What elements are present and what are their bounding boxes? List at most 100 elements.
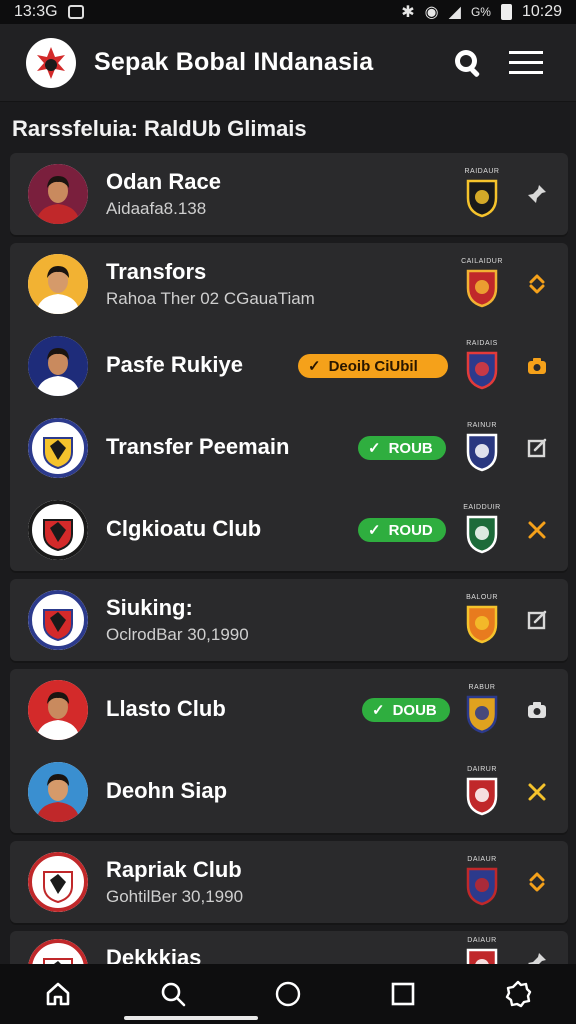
camera-icon — [528, 358, 546, 374]
crest-caption: EAIDDUIR — [463, 504, 501, 511]
signal-text: G% — [470, 5, 491, 19]
list-item[interactable]: Deohn Siap DAIRUR — [10, 751, 568, 833]
list-card: Rapriak Club GohtilBer 30,1990 DAIAUR — [10, 841, 568, 923]
status-badge[interactable]: ✓ DOUB — [362, 698, 450, 722]
list-item[interactable]: Siuking: OclrodBar 30,1990 BALOUR — [10, 579, 568, 661]
crest-caption: DAIRUR — [467, 766, 497, 773]
shield-icon — [466, 433, 498, 472]
club-crest: RAIDAIS — [462, 340, 502, 392]
row-action-button[interactable] — [522, 269, 552, 299]
nav-settings[interactable] — [490, 972, 546, 1016]
crest-caption: DAIAUR — [467, 856, 497, 863]
list-item[interactable]: Odan Race Aidaafa8.138 RAIDAUR — [10, 153, 568, 235]
section-title: Rarssfeluia: RaldUb Glimais — [12, 116, 307, 141]
item-texts: Transfors Rahoa Ther 02 CGauaTiam — [106, 259, 438, 309]
club-logo — [28, 500, 88, 560]
item-texts: Odan Race Aidaafa8.138 — [106, 169, 438, 219]
club-logo — [28, 418, 88, 478]
item-subtitle: OclrodBar 30,1990 — [106, 625, 249, 644]
app-logo — [26, 37, 76, 88]
nav-search[interactable] — [145, 972, 201, 1016]
player-avatar — [28, 254, 88, 314]
item-name: Deohn Siap — [106, 778, 228, 803]
club-crest: DAIAUR — [462, 856, 502, 908]
badge-label: DOUB — [392, 701, 437, 719]
status-time-left: 13:3G — [14, 3, 58, 20]
row-action-button[interactable] — [522, 695, 552, 725]
check-icon: ✓ — [308, 358, 321, 375]
search-button[interactable] — [444, 39, 492, 87]
bluetooth-icon: ✱ — [401, 4, 415, 21]
badge-label: ROUD — [388, 521, 433, 539]
shield-icon — [466, 515, 498, 554]
club-crest: RABUR — [462, 684, 502, 736]
shield-icon — [466, 605, 498, 644]
check-icon: ✓ — [368, 440, 381, 457]
row-action-button[interactable] — [522, 433, 552, 463]
club-list: Odan Race Aidaafa8.138 RAIDAUR Transfors Ra… — [10, 153, 568, 981]
check-icon: ✓ — [368, 522, 381, 539]
player-avatar — [28, 336, 88, 396]
crest-caption: RAIDAIS — [466, 340, 498, 347]
player-avatar — [28, 164, 88, 224]
menu-button[interactable] — [502, 39, 550, 87]
crest-caption: RAIDAUR — [464, 168, 500, 175]
status-badge[interactable]: ✓ Deoib CiUbil — [298, 354, 448, 378]
notification-icon — [67, 5, 84, 19]
home-indicator[interactable] — [124, 1016, 258, 1020]
shield-icon — [466, 695, 498, 734]
list-item[interactable]: Transfors Rahoa Ther 02 CGauaTiam CAILAIDU… — [10, 243, 568, 325]
search-icon — [161, 982, 186, 1007]
club-crest: RAINUR — [462, 422, 502, 474]
close-icon — [528, 783, 546, 801]
camera-icon — [528, 702, 546, 718]
shield-icon — [466, 777, 498, 816]
nav-circle[interactable] — [260, 972, 316, 1016]
row-action-button[interactable] — [522, 351, 552, 381]
list-card: Odan Race Aidaafa8.138 RAIDAUR — [10, 153, 568, 235]
item-texts: Deohn Siap — [106, 778, 438, 804]
item-name: Odan Race — [106, 169, 221, 194]
close-icon — [528, 521, 546, 539]
status-time-right: 10:29 — [521, 3, 562, 20]
nav-home[interactable] — [30, 972, 86, 1016]
crest-caption: CAILAIDUR — [461, 258, 503, 265]
row-action-button[interactable] — [522, 777, 552, 807]
list-item[interactable]: Llasto Club ✓ DOUB RABUR — [10, 669, 568, 751]
shield-icon — [466, 269, 498, 308]
item-subtitle: Rahoa Ther 02 CGauaTiam — [106, 289, 315, 308]
item-name: Siuking: — [106, 595, 193, 620]
hamburger-icon — [509, 50, 543, 74]
player-avatar — [28, 680, 88, 740]
club-crest: EAIDDUIR — [462, 504, 502, 556]
item-texts: Siuking: OclrodBar 30,1990 — [106, 595, 438, 645]
shield-icon — [466, 867, 498, 906]
pin-icon — [528, 185, 546, 203]
item-subtitle: GohtilBer 30,1990 — [106, 887, 244, 906]
status-bar: 13:3G ✱ ◉ ◢ G% 10:29 — [0, 0, 576, 24]
crest-caption: RAINUR — [467, 422, 497, 429]
shield-icon — [466, 351, 498, 390]
status-badge[interactable]: ✓ ROUB — [358, 436, 446, 460]
signal-icon: ◢ — [448, 4, 461, 21]
app-title: Sepak Bobal INdanasia — [94, 48, 374, 76]
row-action-button[interactable] — [522, 515, 552, 545]
item-name: Rapriak Club — [106, 857, 242, 882]
list-item[interactable]: Clgkioatu Club ✓ ROUD EAIDDUIR — [10, 489, 568, 571]
row-action-button[interactable] — [522, 605, 552, 635]
settings-icon — [506, 980, 532, 1008]
status-badge[interactable]: ✓ ROUD — [358, 518, 446, 542]
badge-label: ROUB — [388, 439, 433, 457]
list-item[interactable]: Rapriak Club GohtilBer 30,1990 DAIAUR — [10, 841, 568, 923]
list-card: Siuking: OclrodBar 30,1990 BALOUR — [10, 579, 568, 661]
item-texts: Rapriak Club GohtilBer 30,1990 — [106, 857, 438, 907]
list-item[interactable]: Pasfe Rukiye ✓ Deoib CiUbil RAIDAIS — [10, 325, 568, 407]
club-crest: BALOUR — [462, 594, 502, 646]
transfer-icon — [529, 872, 545, 892]
nav-square[interactable] — [375, 972, 431, 1016]
bottom-nav — [0, 964, 576, 1024]
list-card: Llasto Club ✓ DOUB RABUR Deohn Siap DAIRUR — [10, 669, 568, 833]
row-action-button[interactable] — [522, 867, 552, 897]
list-item[interactable]: Transfer Peemain ✓ ROUB RAINUR — [10, 407, 568, 489]
row-action-button[interactable] — [522, 179, 552, 209]
